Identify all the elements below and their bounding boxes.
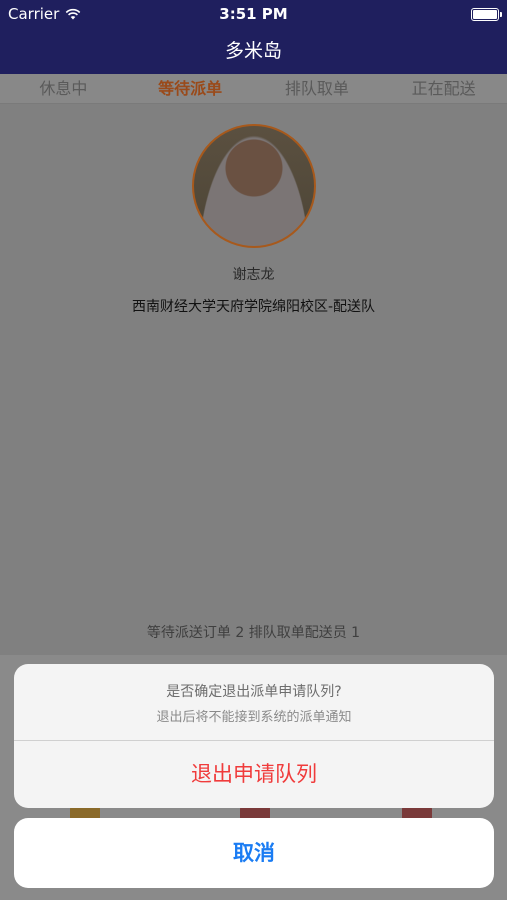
exit-queue-button[interactable]: 退出申请队列 bbox=[14, 741, 494, 808]
action-sheet-message: 是否确定退出派单申请队列? 退出后将不能接到系统的派单通知 bbox=[14, 664, 494, 741]
tab-queue-pickup[interactable]: 排队取单 bbox=[254, 74, 381, 103]
tab-resting[interactable]: 休息中 bbox=[0, 74, 127, 103]
courier-profile: 谢志龙 西南财经大学天府学院绵阳校区-配送队 bbox=[0, 120, 507, 316]
tab-delivering[interactable]: 正在配送 bbox=[380, 74, 507, 103]
battery-icon bbox=[471, 8, 502, 21]
action-sheet: 是否确定退出派单申请队列? 退出后将不能接到系统的派单通知 退出申请队列 bbox=[14, 664, 494, 808]
courier-organization: 西南财经大学天府学院绵阳校区-配送队 bbox=[131, 299, 376, 315]
tab-bar: 休息中 等待派单 排队取单 正在配送 bbox=[0, 74, 507, 104]
status-time: 3:51 PM bbox=[219, 5, 288, 23]
avatar bbox=[191, 124, 316, 248]
courier-name: 谢志龙 bbox=[232, 267, 275, 283]
tab-waiting-dispatch[interactable]: 等待派单 bbox=[127, 74, 254, 103]
cancel-button[interactable]: 取消 bbox=[14, 818, 494, 888]
status-bar: Carrier 3:51 PM bbox=[0, 0, 507, 28]
nav-title: 多米岛 bbox=[0, 28, 507, 74]
action-sheet-title: 是否确定退出派单申请队列? bbox=[166, 684, 342, 700]
action-sheet-subtitle: 退出后将不能接到系统的派单通知 bbox=[156, 710, 352, 725]
queue-stats: 等待派送订单 2 排队取单配送员 1 bbox=[146, 625, 361, 641]
